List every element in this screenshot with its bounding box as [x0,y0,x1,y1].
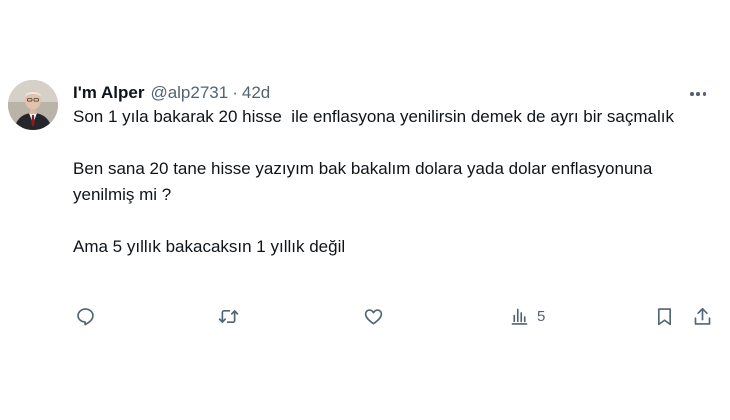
reply-icon [77,307,94,325]
tweet-text: Son 1 yıla bakarak 20 hisse ile enflasyo… [73,104,693,260]
avatar[interactable] [8,80,58,130]
tweet-header: I'm Alper @alp2731 · 42d [73,81,270,105]
more-dots-icon[interactable] [690,86,706,102]
views-count: 5 [537,307,546,325]
more-dot [696,92,700,96]
retweet-button[interactable] [218,303,239,329]
more-dot [702,92,706,96]
author-display-name[interactable]: I'm Alper [73,83,144,103]
share-button[interactable] [692,303,713,329]
avatar-image [8,80,58,130]
author-handle[interactable]: @alp2731 [150,83,228,103]
bookmark-icon [657,307,672,325]
tweet-paragraph: Ama 5 yıllık bakacaksın 1 yıllık değil [73,237,346,256]
tweet-paragraph: Ben sana 20 tane hisse yazıyım bak bakal… [73,159,658,204]
heart-icon [364,308,383,325]
header-separator: · [232,83,238,102]
action-bar: 5 [73,303,718,329]
views-icon [511,308,528,325]
reply-button[interactable] [75,303,96,329]
tweet-time[interactable]: 42d [242,83,270,103]
more-dot [690,92,694,96]
like-button[interactable] [363,303,384,329]
bookmark-button[interactable] [654,303,675,329]
retweet-icon [218,309,239,323]
share-icon [694,307,711,325]
tweet: I'm Alper @alp2731 · 42d Son 1 yıla baka… [0,0,730,420]
views-button[interactable]: 5 [509,303,545,329]
tweet-paragraph: Son 1 yıla bakarak 20 hisse ile enflasyo… [73,107,674,126]
